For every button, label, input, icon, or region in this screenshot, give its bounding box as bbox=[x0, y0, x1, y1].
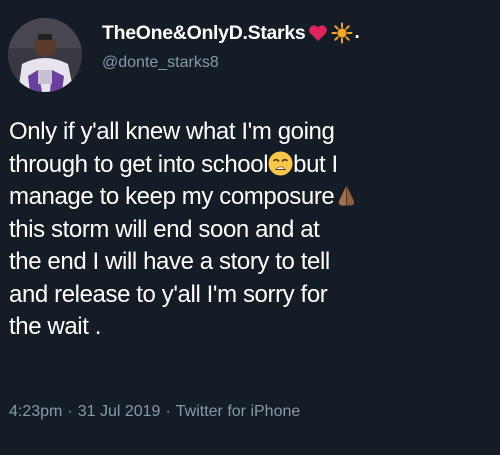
tweet-line: manage to keep my composure bbox=[9, 181, 493, 214]
author-name-row[interactable]: TheOne&OnlyD.Starks . bbox=[102, 20, 360, 46]
name-trailing-dot: . bbox=[354, 22, 360, 43]
folded-hands-emoji bbox=[339, 186, 355, 206]
tweet-line: and release to y'all I'm sorry for bbox=[9, 280, 328, 308]
tweet-client[interactable]: Twitter for iPhone bbox=[176, 403, 301, 421]
tweet-line: Only if y'all knew what I'm going bbox=[9, 118, 335, 145]
tweet-text-segment: manage to keep my composure bbox=[9, 183, 335, 210]
tweet-meta: 4:23pm · 31 Jul 2019 · Twitter for iPhone bbox=[9, 403, 300, 421]
tweet-line: through to get into school but I bbox=[9, 149, 493, 182]
author-handle[interactable]: @donte_starks8 bbox=[102, 54, 219, 72]
tweet-text-segment: but I bbox=[293, 150, 338, 178]
sun-icon bbox=[331, 22, 353, 44]
tweet-time[interactable]: 4:23pm bbox=[9, 403, 62, 421]
display-name[interactable]: TheOne&OnlyD.Starks bbox=[102, 22, 306, 45]
red-heart-icon bbox=[309, 25, 328, 41]
tweet-line: the end I will have a story to tell bbox=[9, 248, 330, 275]
weary-face-emoji bbox=[268, 151, 293, 175]
tweet-text: Only if y'all knew what I'm going throug… bbox=[9, 116, 493, 344]
tweet-text-segment: through to get into school bbox=[9, 150, 269, 178]
tweet-line: the wait . bbox=[9, 313, 102, 340]
tweet-line: this storm will end soon and at bbox=[9, 215, 320, 243]
tweet-date[interactable]: 31 Jul 2019 bbox=[78, 403, 161, 421]
meta-separator: · bbox=[165, 403, 171, 420]
avatar[interactable] bbox=[8, 18, 82, 92]
tweet-card: TheOne&OnlyD.Starks . @donte_starks8 Onl… bbox=[0, 0, 500, 455]
profile-photo-avatar bbox=[8, 18, 82, 92]
meta-separator: · bbox=[67, 403, 73, 420]
